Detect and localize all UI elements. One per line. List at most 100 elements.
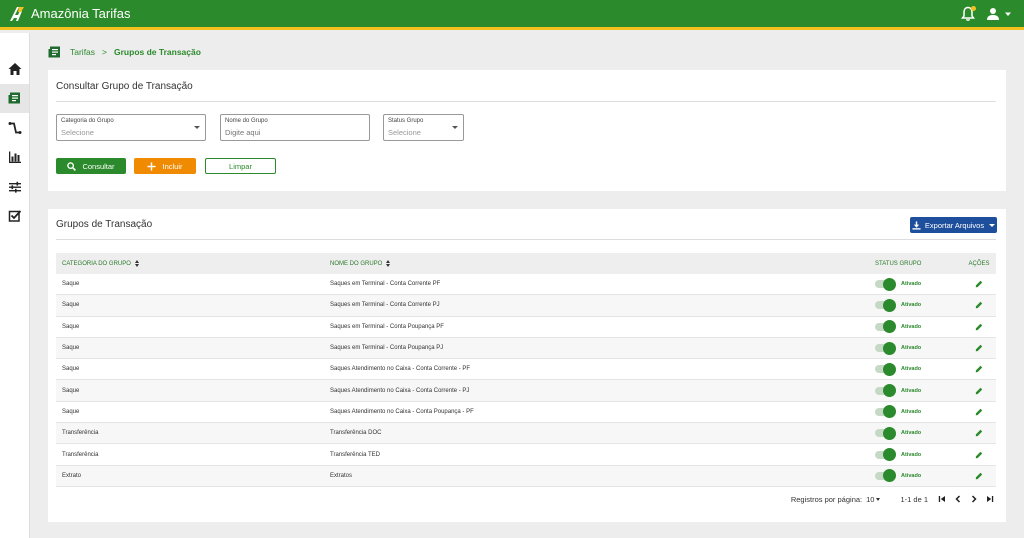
search-icon — [67, 161, 77, 171]
next-page-button[interactable] — [966, 493, 982, 505]
status-text: Ativado — [901, 345, 922, 352]
column-header-name[interactable]: NOME DO GRUPO — [324, 260, 870, 267]
cell-actions — [962, 323, 996, 331]
status-toggle[interactable] — [875, 277, 896, 291]
breadcrumb-tarifas-link[interactable]: Tarifas — [70, 47, 95, 57]
toggle-knob — [883, 362, 896, 376]
table-body: Saque Saques em Terminal - Conta Corrente… — [56, 274, 996, 487]
cell-category: Saque — [56, 345, 324, 351]
group-name-text: Transferência DOC — [330, 430, 382, 437]
edit-pencil-icon[interactable] — [975, 451, 983, 459]
status-toggle[interactable] — [875, 426, 896, 440]
divider — [56, 101, 996, 102]
home-icon — [8, 62, 21, 75]
cell-actions — [962, 387, 996, 395]
toggle-knob — [883, 426, 896, 440]
page-size-select[interactable]: 10 — [866, 495, 881, 504]
group-name-text: Saques em Terminal - Conta Poupança PF — [330, 323, 444, 330]
status-select[interactable]: Status Grupo Selecione — [383, 114, 464, 141]
first-page-button[interactable] — [934, 493, 950, 505]
cell-actions — [962, 365, 996, 373]
sidebar-item-home[interactable] — [0, 54, 29, 84]
edit-pencil-icon[interactable] — [975, 301, 983, 309]
category-text: Saque — [62, 323, 80, 330]
status-toggle[interactable] — [875, 469, 896, 483]
include-button[interactable]: Incluir — [134, 158, 196, 174]
chevron-down-icon — [1005, 12, 1011, 16]
brand[interactable]: Amazônia Tarifas — [9, 6, 130, 22]
status-toggle[interactable] — [875, 384, 896, 398]
consult-button[interactable]: Consultar — [56, 158, 126, 174]
cell-actions — [962, 408, 996, 416]
status-text: Ativado — [901, 408, 922, 415]
sidebar-item-routes[interactable] — [0, 113, 29, 143]
export-files-button[interactable]: Exportar Arquivos — [910, 217, 997, 233]
previous-page-button[interactable] — [950, 493, 966, 505]
user-menu[interactable] — [986, 7, 1012, 21]
status-toggle[interactable] — [875, 320, 896, 334]
status-toggle[interactable] — [875, 341, 896, 355]
table-header: CATEGORIA DO GRUPO NOME DO GRUPO STATUS … — [56, 253, 996, 274]
category-text: Saque — [62, 366, 80, 373]
table-row: Saque Saques em Terminal - Conta Poupança… — [56, 317, 996, 338]
group-name-text: Transferência TED — [330, 451, 381, 458]
group-name-field[interactable]: Nome do Grupo — [220, 114, 370, 141]
status-toggle[interactable] — [875, 405, 896, 419]
cell-name: Saques em Terminal - Conta Poupança PF — [324, 324, 870, 330]
cell-category: Saque — [56, 366, 324, 372]
status-toggle[interactable] — [875, 362, 896, 376]
first-page-icon — [938, 496, 945, 502]
edit-pencil-icon[interactable] — [975, 344, 983, 352]
cell-actions — [962, 472, 996, 480]
cell-category: Extrato — [56, 473, 324, 479]
cell-name: Transferência TED — [324, 452, 870, 458]
page-range: 1-1 de 1 — [900, 494, 928, 504]
status-text: Ativado — [901, 387, 922, 394]
download-icon — [912, 220, 921, 230]
clear-button-label: Limpar — [229, 161, 252, 171]
category-text: Transferência — [62, 430, 99, 437]
edit-pencil-icon[interactable] — [975, 323, 983, 331]
notification-bell-icon[interactable] — [960, 5, 976, 22]
edit-pencil-icon[interactable] — [975, 472, 983, 480]
sidebar-item-settings[interactable] — [0, 172, 29, 202]
toggle-knob — [883, 448, 896, 462]
table-row: Saque Saques Atendimento no Caixa - Conta… — [56, 402, 996, 424]
column-header-label: NOME DO GRUPO — [330, 260, 383, 267]
user-icon — [987, 7, 999, 20]
sidebar-item-reports[interactable] — [0, 143, 29, 173]
group-name-text: Saques Atendimento no Caixa - Conta Corr… — [330, 387, 470, 394]
chevron-left-icon — [955, 495, 961, 503]
column-header-label: STATUS GRUPO — [875, 260, 922, 267]
table-row: Transferência Transferência DOC Ativado — [56, 423, 996, 445]
sidebar — [0, 33, 30, 538]
edit-pencil-icon[interactable] — [975, 365, 983, 373]
cell-status: Ativado — [870, 341, 962, 355]
category-text: Saque — [62, 302, 80, 309]
category-select[interactable]: Categoria do Grupo Selecione — [56, 114, 206, 141]
cell-name: Saques Atendimento no Caixa - Conta Poup… — [324, 409, 870, 415]
status-text: Ativado — [901, 302, 922, 309]
edit-pencil-icon[interactable] — [975, 429, 983, 437]
cell-status: Ativado — [870, 469, 962, 483]
sidebar-item-tariffs[interactable] — [0, 83, 29, 113]
status-toggle[interactable] — [875, 448, 896, 462]
category-text: Saque — [62, 387, 80, 394]
category-text: Saque — [62, 281, 80, 288]
column-header-category[interactable]: CATEGORIA DO GRUPO — [56, 260, 324, 267]
clear-button[interactable]: Limpar — [205, 158, 276, 174]
status-toggle[interactable] — [875, 298, 896, 312]
category-label: Categoria do Grupo — [61, 118, 114, 124]
group-name-input[interactable] — [225, 128, 355, 137]
cell-status: Ativado — [870, 426, 962, 440]
toggle-knob — [883, 384, 896, 398]
column-header-label: AÇÕES — [968, 260, 990, 267]
edit-pencil-icon[interactable] — [975, 408, 983, 416]
sidebar-item-approvals[interactable] — [0, 202, 29, 232]
edit-pencil-icon[interactable] — [975, 387, 983, 395]
table-row: Saque Saques em Terminal - Conta Poupança… — [56, 337, 996, 360]
cell-status: Ativado — [870, 320, 962, 334]
last-page-button[interactable] — [982, 493, 998, 505]
cell-category: Saque — [56, 324, 324, 330]
edit-pencil-icon[interactable] — [975, 280, 983, 288]
